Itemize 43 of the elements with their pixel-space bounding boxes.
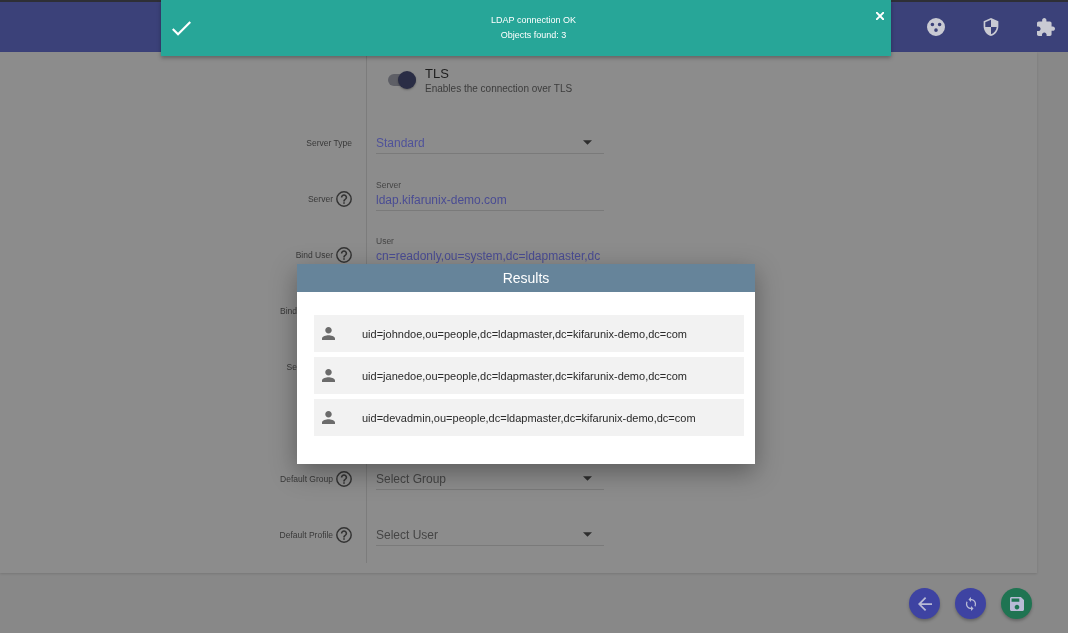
field-label: Server Type <box>306 138 352 148</box>
caret-icon <box>583 476 592 481</box>
reel-icon[interactable] <box>927 18 945 36</box>
help-icon[interactable] <box>336 191 352 207</box>
field-label: Bind User <box>295 250 333 260</box>
check-icon <box>172 20 191 36</box>
field-label: Bind <box>280 306 297 316</box>
person-icon <box>322 411 335 424</box>
dropdown[interactable]: Standard <box>376 135 604 154</box>
dropdown[interactable]: Select User <box>376 527 604 546</box>
field-label: Default Profile <box>279 530 333 540</box>
result-item[interactable]: uid=johndoe,ou=people,dc=ldapmaster,dc=kifarunix-demo,dc=com <box>314 315 744 352</box>
person-icon <box>322 369 335 382</box>
help-icon[interactable] <box>336 471 352 487</box>
shield-icon[interactable] <box>982 18 1000 36</box>
caret-icon <box>583 140 592 145</box>
result-text: uid=janedoe,ou=people,dc=ldapmaster,dc=kifarunix-demo,dc=com <box>362 369 688 382</box>
toast-message: LDAP connection OK <box>491 14 576 27</box>
sync-icon <box>963 596 978 611</box>
toggle-description: Enables the connection over TLS <box>425 82 573 95</box>
result-text: uid=devadmin,ou=people,dc=ldapmaster,dc=kifarunix-demo,dc=com <box>362 411 696 424</box>
dialog-title: Results <box>297 264 755 292</box>
help-icon[interactable] <box>336 247 352 263</box>
result-item[interactable]: uid=devadmin,ou=people,dc=ldapmaster,dc=kifarunix-demo,dc=com <box>314 399 744 436</box>
tls-toggle[interactable] <box>388 71 416 89</box>
close-icon[interactable] <box>876 12 884 20</box>
field-label: Se <box>286 362 297 372</box>
arrow-left-icon <box>917 596 932 611</box>
help-icon[interactable] <box>336 527 352 543</box>
caret-icon <box>583 532 592 537</box>
field-label: Default Group <box>280 474 333 484</box>
back-button[interactable] <box>909 588 940 619</box>
result-item[interactable]: uid=janedoe,ou=people,dc=ldapmaster,dc=kifarunix-demo,dc=com <box>314 357 744 394</box>
dropdown[interactable]: Select Group <box>376 471 604 490</box>
person-icon <box>322 327 335 340</box>
puzzle-icon[interactable] <box>1037 18 1055 36</box>
toast-message: Objects found: 3 <box>500 29 567 42</box>
text-field[interactable]: Server ldap.kifarunix-demo.com <box>376 171 604 211</box>
save-button[interactable] <box>1001 588 1032 619</box>
field-label: Server <box>307 194 333 204</box>
refresh-button[interactable] <box>955 588 986 619</box>
toggle-title: TLS <box>425 66 450 81</box>
result-text: uid=johndoe,ou=people,dc=ldapmaster,dc=kifarunix-demo,dc=com <box>362 327 688 340</box>
